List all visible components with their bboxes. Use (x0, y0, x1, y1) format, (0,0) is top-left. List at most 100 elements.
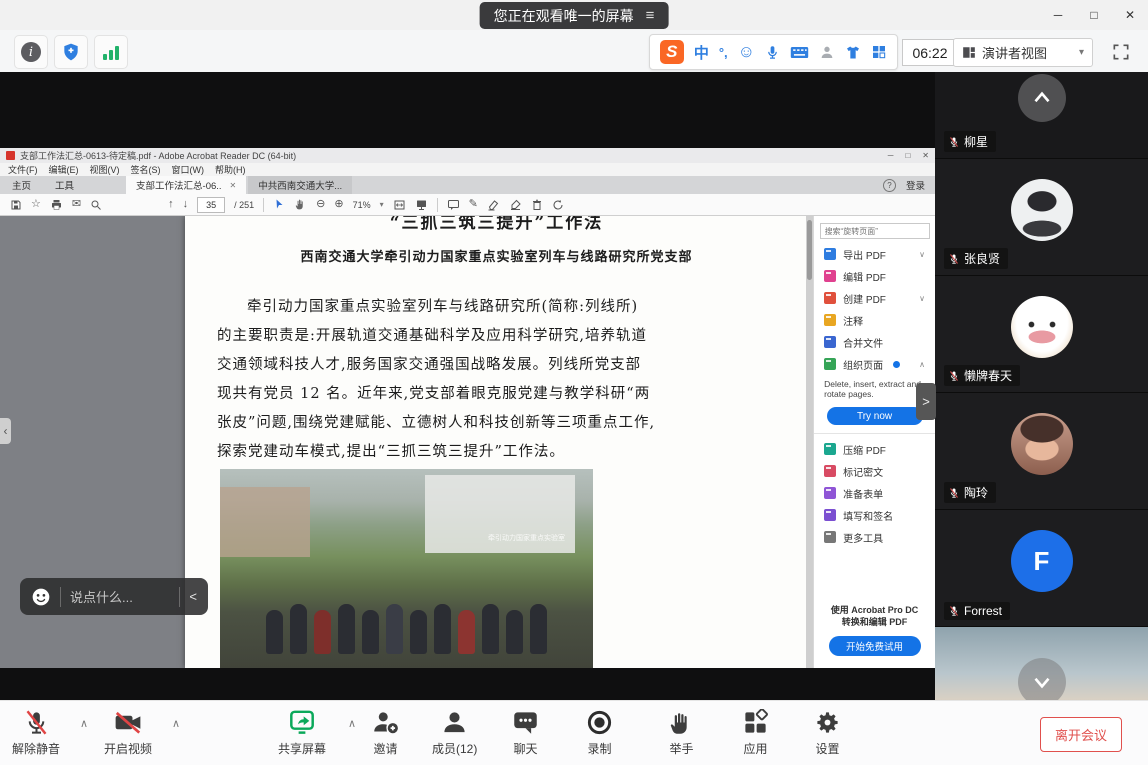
select-tool-icon[interactable] (273, 198, 285, 211)
maximize-button[interactable]: □ (1076, 0, 1112, 30)
search-zoom-icon[interactable] (90, 199, 102, 211)
comment-icon[interactable] (447, 199, 460, 211)
mic-options-chevron[interactable]: ∧ (80, 717, 88, 730)
menu-sign[interactable]: 签名(S) (131, 163, 161, 176)
participant-tile[interactable]: 懒牌春天 (935, 276, 1148, 394)
fit-width-icon[interactable] (393, 199, 406, 211)
acrobat-close-button[interactable]: ✕ (922, 151, 929, 160)
ime-keyboard-icon[interactable] (790, 45, 809, 60)
tool-combine-files[interactable]: 合并文件 (814, 331, 935, 353)
help-icon[interactable]: ? (883, 179, 896, 192)
ime-voice-icon[interactable] (765, 44, 780, 61)
unmute-button[interactable]: 解除静音 (12, 709, 60, 757)
email-icon[interactable]: ✉ (72, 199, 81, 210)
chat-input-pill[interactable]: 说点什么... < (20, 578, 208, 615)
acrobat-minimize-button[interactable]: ─ (888, 151, 894, 160)
pencil-icon[interactable]: ✎ (469, 199, 478, 210)
menu-help[interactable]: 帮助(H) (215, 163, 246, 176)
tab-tools[interactable]: 工具 (43, 176, 86, 194)
sogou-logo-icon[interactable]: S (660, 40, 684, 64)
zoom-caret-icon[interactable]: ▾ (380, 200, 384, 209)
record-button[interactable]: 录制 (586, 709, 613, 757)
tab-document-active[interactable]: 支部工作法汇总-06.. ✕ (126, 176, 246, 194)
view-mode-selector[interactable]: 演讲者视图 ▾ (953, 38, 1093, 67)
menu-window[interactable]: 窗口(W) (172, 163, 205, 176)
acrobat-pro-upsell: 使用 Acrobat Pro DC 转换和编辑 PDF 开始免费试用 (814, 604, 935, 656)
left-collapse-handle[interactable]: ‹ (0, 418, 11, 444)
try-now-button[interactable]: Try now (827, 407, 923, 425)
print-icon[interactable] (50, 199, 63, 211)
menu-file[interactable]: 文件(F) (8, 163, 38, 176)
tools-search-input[interactable] (820, 223, 930, 239)
tool-redact[interactable]: 标记密文 (814, 460, 935, 482)
leave-meeting-button[interactable]: 离开会议 (1040, 717, 1122, 752)
close-button[interactable]: ✕ (1112, 0, 1148, 30)
sidebar-collapse-handle[interactable]: > (916, 383, 936, 420)
participant-tile[interactable]: 陶玲 (935, 393, 1148, 511)
tool-label: 压缩 PDF (843, 442, 886, 457)
tool-prepare-form[interactable]: 准备表单 (814, 482, 935, 504)
tool-fill-sign[interactable]: 填写和签名 (814, 504, 935, 526)
chat-button[interactable]: 聊天 (512, 709, 539, 757)
delete-pages-icon[interactable] (531, 199, 543, 211)
network-quality-button[interactable] (94, 35, 128, 69)
star-icon[interactable]: ☆ (31, 199, 41, 210)
previous-page-icon[interactable]: ↑ (168, 199, 174, 210)
tool-edit-pdf[interactable]: 编辑 PDF (814, 265, 935, 287)
scroll-participants-up-button[interactable] (1018, 74, 1066, 122)
tab-close-icon[interactable]: ✕ (230, 181, 237, 190)
acrobat-maximize-button[interactable]: □ (905, 151, 910, 160)
tool-compress-pdf[interactable]: 压缩 PDF (814, 438, 935, 460)
tool-create-pdf[interactable]: 创建 PDF∨ (814, 287, 935, 309)
minimize-button[interactable]: ─ (1040, 0, 1076, 30)
zoom-level-value[interactable]: 71% (353, 200, 371, 210)
ime-punctuation-icon[interactable]: °, (719, 45, 728, 60)
menu-edit[interactable]: 编辑(E) (49, 163, 79, 176)
ime-toolbox-icon[interactable] (871, 44, 887, 60)
tool-more-tools[interactable]: 更多工具 (814, 526, 935, 548)
tab-document-2[interactable]: 中共西南交通大学... (248, 176, 352, 194)
share-options-chevron[interactable]: ∧ (348, 717, 356, 730)
participant-tile[interactable]: F Forrest (935, 510, 1148, 628)
protection-button[interactable] (54, 35, 88, 69)
reading-mode-icon[interactable] (415, 199, 428, 211)
next-page-icon[interactable]: ↓ (183, 199, 189, 210)
page-number-input[interactable]: 35 (197, 197, 225, 213)
fullscreen-button[interactable] (1106, 37, 1136, 67)
hand-tool-icon[interactable] (294, 198, 307, 211)
share-screen-button[interactable]: 共享屏幕 (278, 709, 326, 757)
zoom-in-icon[interactable]: ⊕ (334, 199, 343, 210)
chat-input-placeholder[interactable]: 说点什么... (70, 587, 170, 606)
banner-menu-icon[interactable]: ≡ (646, 7, 655, 24)
ime-emoji-icon[interactable]: ☺ (738, 42, 755, 62)
menu-view[interactable]: 视图(V) (90, 163, 120, 176)
ime-profile-icon[interactable] (819, 44, 835, 60)
tool-export-pdf[interactable]: 导出 PDF∨ (814, 243, 935, 265)
save-icon[interactable] (10, 199, 22, 211)
free-trial-button[interactable]: 开始免费试用 (829, 636, 921, 656)
rotate-pages-icon[interactable] (552, 199, 564, 211)
tab-home[interactable]: 主页 (0, 176, 43, 194)
invite-button[interactable]: 邀请 (372, 709, 399, 757)
zoom-out-icon[interactable]: ⊖ (316, 199, 325, 210)
emoji-icon[interactable] (31, 587, 51, 607)
start-video-button[interactable]: 开启视频 (104, 709, 152, 757)
watching-screen-banner[interactable]: 您正在观看唯一的屏幕 ≡ (480, 2, 669, 29)
tool-organize-pages[interactable]: 组织页面∧ (814, 353, 935, 375)
tool-comment[interactable]: 注释 (814, 309, 935, 331)
document-scrollbar[interactable] (806, 216, 813, 668)
settings-button[interactable]: 设置 (814, 709, 841, 757)
raise-hand-button[interactable]: 举手 (668, 709, 695, 757)
fill-sign-icon[interactable] (509, 199, 522, 211)
scroll-participants-down-button[interactable] (1018, 658, 1066, 700)
sign-in-link[interactable]: 登录 (906, 178, 925, 192)
highlight-icon[interactable] (487, 199, 500, 211)
chat-collapse-icon[interactable]: < (189, 589, 197, 604)
meeting-info-button[interactable]: i (14, 35, 48, 69)
ime-mode-chinese[interactable]: 中 (694, 42, 709, 63)
participant-tile[interactable]: 张良贤 (935, 159, 1148, 277)
ime-skin-icon[interactable] (845, 45, 861, 60)
apps-button[interactable]: 应用 (742, 709, 769, 757)
members-button[interactable]: 成员(12) (432, 709, 477, 757)
video-options-chevron[interactable]: ∧ (172, 717, 180, 730)
